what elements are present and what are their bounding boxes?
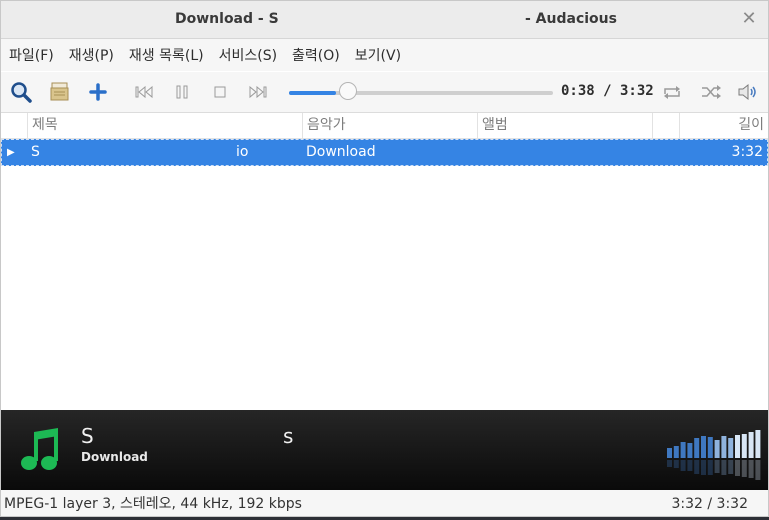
- visualizer-bar: [687, 443, 693, 458]
- column-artist[interactable]: 음악가: [302, 113, 478, 138]
- pause-icon[interactable]: [170, 80, 194, 104]
- add-icon[interactable]: [86, 80, 110, 104]
- search-icon[interactable]: [9, 80, 33, 104]
- visualizer-bar: [680, 442, 686, 458]
- info-artist: Download: [81, 450, 148, 464]
- visualizer-reflection: [728, 460, 734, 474]
- visualizer-reflection: [667, 460, 672, 467]
- column-length[interactable]: 길이: [679, 113, 768, 138]
- visualizer-reflection: [707, 460, 713, 475]
- close-icon[interactable]: ✕: [740, 10, 758, 28]
- visualizer-bar: [741, 434, 747, 458]
- visualizer-bar: [694, 438, 700, 458]
- visualizer-reflection: [735, 460, 740, 476]
- row-artist: Download: [306, 144, 376, 160]
- music-note-icon: [17, 426, 65, 478]
- row-title-end: io: [236, 144, 249, 160]
- menu-file[interactable]: 파일(F): [1, 45, 61, 65]
- visualizer-reflection: [694, 460, 700, 474]
- visualizer-bar: [714, 440, 720, 458]
- menu-output[interactable]: 출력(O): [284, 45, 347, 65]
- menu-playlist[interactable]: 재생 목록(L): [121, 45, 211, 65]
- volume-icon[interactable]: [736, 80, 760, 104]
- window-title-left: Download - S: [175, 11, 279, 27]
- repeat-icon[interactable]: [660, 80, 684, 104]
- visualizer-reflection: [748, 460, 754, 478]
- now-playing-icon: ▶: [7, 147, 15, 158]
- playback-time: 0:38 / 3:32: [561, 83, 654, 99]
- title-bar[interactable]: Download - S - Audacious ✕: [1, 1, 768, 39]
- visualizer-reflection: [714, 460, 720, 473]
- previous-icon[interactable]: [132, 80, 156, 104]
- visualizer-bar: [748, 432, 754, 458]
- audacious-window: Download - S - Audacious ✕ 파일(F) 재생(P) 재…: [0, 0, 769, 517]
- info-bar: S s Download: [1, 410, 768, 490]
- menu-bar: 파일(F) 재생(P) 재생 목록(L) 서비스(S) 출력(O) 보기(V): [1, 39, 768, 71]
- row-title-start: S: [31, 144, 40, 160]
- visualizer-bar: [721, 436, 727, 458]
- seek-slider[interactable]: [289, 82, 553, 100]
- shuffle-icon[interactable]: [699, 80, 723, 104]
- status-time: 3:32 / 3:32: [671, 496, 749, 512]
- info-title: S: [81, 424, 94, 448]
- stop-icon[interactable]: [208, 80, 232, 104]
- visualizer-bar: [728, 438, 734, 458]
- window-title-right: - Audacious: [525, 11, 617, 27]
- visualizer-bar: [755, 430, 761, 458]
- visualizer-reflection: [741, 460, 747, 477]
- column-album[interactable]: 앨범: [477, 113, 653, 138]
- row-length: 3:32: [731, 144, 763, 160]
- menu-view[interactable]: 보기(V): [347, 45, 408, 65]
- visualizer-bar: [701, 436, 706, 458]
- table-row[interactable]: ▶ S io Download 3:32: [1, 139, 768, 166]
- status-bar: MPEG-1 layer 3, 스테레오, 44 kHz, 192 kbps 3…: [1, 490, 768, 516]
- visualizer-reflection: [755, 460, 761, 480]
- audio-visualizer: [667, 430, 761, 480]
- visualizer-bar: [667, 448, 672, 458]
- menu-playback[interactable]: 재생(P): [61, 45, 121, 65]
- visualizer-bar: [707, 437, 713, 458]
- column-extra[interactable]: [652, 113, 680, 138]
- menu-services[interactable]: 서비스(S): [211, 45, 284, 65]
- visualizer-reflection: [721, 460, 727, 475]
- visualizer-reflection: [701, 460, 706, 475]
- status-format: MPEG-1 layer 3, 스테레오, 44 kHz, 192 kbps: [4, 496, 302, 512]
- visualizer-bar: [673, 446, 679, 458]
- next-icon[interactable]: [246, 80, 270, 104]
- visualizer-bar: [735, 435, 740, 458]
- seek-slider-fill: [289, 91, 337, 95]
- playlist-header: 제목 음악가 앨범 길이: [1, 113, 768, 139]
- visualizer-reflection: [687, 460, 693, 471]
- visualizer-reflection: [673, 460, 679, 468]
- open-folder-icon[interactable]: [48, 80, 72, 104]
- visualizer-reflection: [680, 460, 686, 471]
- column-title[interactable]: 제목: [27, 113, 303, 138]
- info-title-end: s: [283, 424, 294, 448]
